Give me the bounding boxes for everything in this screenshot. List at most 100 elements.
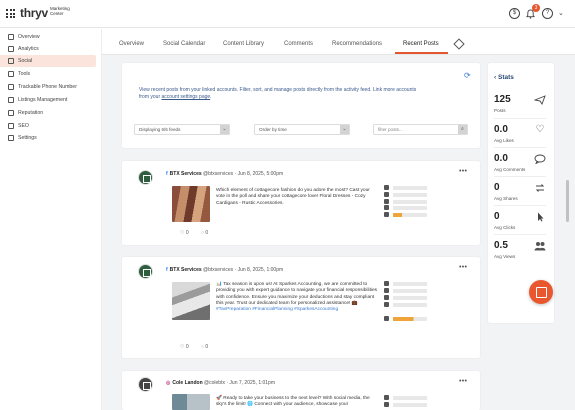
- cursor-icon: [538, 212, 544, 222]
- phone-icon: [8, 84, 14, 90]
- tab-recommendations[interactable]: Recommendations: [332, 41, 382, 47]
- sidebar-item-analytics[interactable]: Analytics: [0, 43, 96, 55]
- avatar: [138, 170, 153, 185]
- chart-icon: [8, 46, 14, 52]
- refresh-icon[interactable]: ⟳: [464, 71, 471, 80]
- stat-likes: [384, 199, 427, 204]
- post-header: ◎ Cole Landon @colebtx · Jun 7, 2025, 1:0…: [166, 380, 276, 386]
- logo-subtitle: Marketing Center: [50, 6, 70, 16]
- dollar-icon[interactable]: $: [509, 8, 520, 19]
- sidebar-item-label: Overview: [18, 34, 40, 40]
- stat-shares: [384, 402, 427, 407]
- post-header: f BTX Services @btxservices · Jun 8, 2025…: [166, 267, 284, 273]
- overview-icon: [8, 34, 14, 40]
- post-comments[interactable]: ◌ 0: [201, 230, 208, 236]
- stat-avg-likes: 0.0 Avg Likes ♡: [494, 118, 546, 147]
- thryv-logo[interactable]: thryv: [20, 6, 48, 20]
- sidebar-item-label: Listings Management: [18, 97, 68, 103]
- stat-avg-shares: 0 Avg Shares: [494, 176, 546, 205]
- instagram-icon: ◎: [166, 380, 171, 386]
- sidebar-item-listings-management[interactable]: Listings Management: [0, 94, 96, 106]
- heart-icon: ♡: [535, 124, 545, 135]
- stats-title[interactable]: ‹ Stats: [494, 74, 514, 81]
- search-icon[interactable]: ⌕: [458, 125, 467, 134]
- feeds-select[interactable]: Displaying 6/6 feeds ⌄: [134, 124, 230, 135]
- sidebar-item-social[interactable]: Social: [0, 55, 96, 67]
- stat-views: [384, 316, 427, 321]
- post-text: 🚀 Ready to take your business to the nex…: [216, 396, 370, 408]
- post-hashtags: #TaxPreparation #FinancialPlanning #Spar…: [216, 307, 339, 313]
- stat-likes: [384, 295, 427, 300]
- order-select[interactable]: Order by time ⌄: [254, 124, 350, 135]
- stat-avg-views: 0.5 Avg Views: [494, 234, 546, 263]
- tab-social-calendar[interactable]: Social Calendar: [163, 41, 205, 47]
- sidebar-item-label: Analytics: [18, 46, 39, 52]
- more-options-icon[interactable]: •••: [459, 264, 467, 271]
- stat-comments: [384, 185, 427, 190]
- chevron-down-icon: ⌄: [340, 125, 349, 134]
- sidebar-item-label: Trackable Phone Number: [18, 84, 77, 90]
- stat-shares: [384, 288, 427, 293]
- stat-clicks: [384, 302, 427, 307]
- post-text: Which element of cottagecore fashion do …: [216, 188, 370, 206]
- share-icon: [535, 184, 545, 192]
- comment-icon: [534, 154, 546, 164]
- users-icon: [534, 242, 546, 251]
- stat-comments: [384, 395, 427, 400]
- filter-card: [122, 63, 480, 148]
- settings-icon: [8, 135, 14, 141]
- active-tab-indicator: [395, 52, 448, 54]
- notification-badge: 3: [532, 4, 540, 12]
- post-header: f BTX Services @btxservices · Jun 8, 2025…: [166, 171, 284, 177]
- stat-posts: 125 Posts: [494, 89, 546, 118]
- listing-icon: [8, 97, 14, 103]
- sidebar-item-label: Settings: [18, 135, 37, 141]
- sidebar-item-settings[interactable]: Settings: [0, 132, 96, 144]
- sidebar-item-label: SEO: [18, 123, 29, 129]
- chevron-down-icon: ⌄: [220, 125, 229, 134]
- more-options-icon[interactable]: •••: [459, 378, 467, 385]
- sidebar-item-tools[interactable]: Tools: [0, 68, 96, 80]
- help-icon[interactable]: ?: [542, 8, 553, 19]
- stat-views: [384, 212, 427, 217]
- sidebar-item-seo[interactable]: SEO: [0, 120, 96, 132]
- sidebar-item-reputation[interactable]: Reputation: [0, 107, 96, 119]
- send-icon: [534, 95, 546, 105]
- sidebar-item-trackable-phone-number[interactable]: Trackable Phone Number: [0, 81, 96, 93]
- avatar: [138, 377, 153, 392]
- seo-icon: [8, 123, 14, 129]
- account-menu-chevron-icon[interactable]: ⌄: [558, 9, 564, 17]
- sidebar-item-label: Tools: [18, 71, 31, 77]
- tools-icon: [8, 71, 14, 77]
- post-likes[interactable]: ♡ 0: [180, 230, 189, 236]
- post-likes[interactable]: ♡ 0: [180, 344, 189, 350]
- post-comments[interactable]: ◌ 0: [201, 344, 208, 350]
- scrollbar[interactable]: [566, 180, 569, 222]
- avatar: [138, 264, 153, 279]
- post-image[interactable]: [172, 186, 210, 222]
- apps-grid-icon[interactable]: [6, 9, 15, 18]
- sidebar-item-label: Reputation: [18, 110, 44, 116]
- stat-avg-clicks: 0 Avg Clicks: [494, 205, 546, 234]
- sidebar: Overview Analytics Social Tools Trackabl…: [0, 29, 102, 410]
- compose-post-button[interactable]: [529, 280, 553, 304]
- post-image[interactable]: [172, 394, 210, 410]
- tab-content-library[interactable]: Content Library: [223, 41, 264, 47]
- tab-recent-posts[interactable]: Recent Posts: [403, 41, 439, 47]
- facebook-icon: f: [166, 171, 168, 177]
- filter-posts-input[interactable]: filter posts... ⌕: [373, 124, 468, 135]
- stat-shares: [384, 192, 427, 197]
- sidebar-item-label: Social: [18, 58, 33, 64]
- tab-overview[interactable]: Overview: [119, 41, 144, 47]
- more-options-icon[interactable]: •••: [459, 168, 467, 175]
- account-settings-link[interactable]: account settings page: [162, 94, 211, 100]
- facebook-icon: f: [166, 267, 168, 273]
- intro-text: View recent posts from your linked accou…: [139, 87, 417, 100]
- post-image[interactable]: [172, 282, 210, 320]
- sidebar-item-overview[interactable]: Overview: [0, 31, 96, 43]
- post-text: 📊 Tax season is upon us! At Sparkes Acco…: [216, 282, 378, 313]
- reputation-icon: [8, 110, 14, 116]
- top-bar: thryv Marketing Center $ 3 ? ⌄: [0, 0, 575, 28]
- stat-clicks: [384, 205, 427, 210]
- tab-comments[interactable]: Comments: [284, 41, 313, 47]
